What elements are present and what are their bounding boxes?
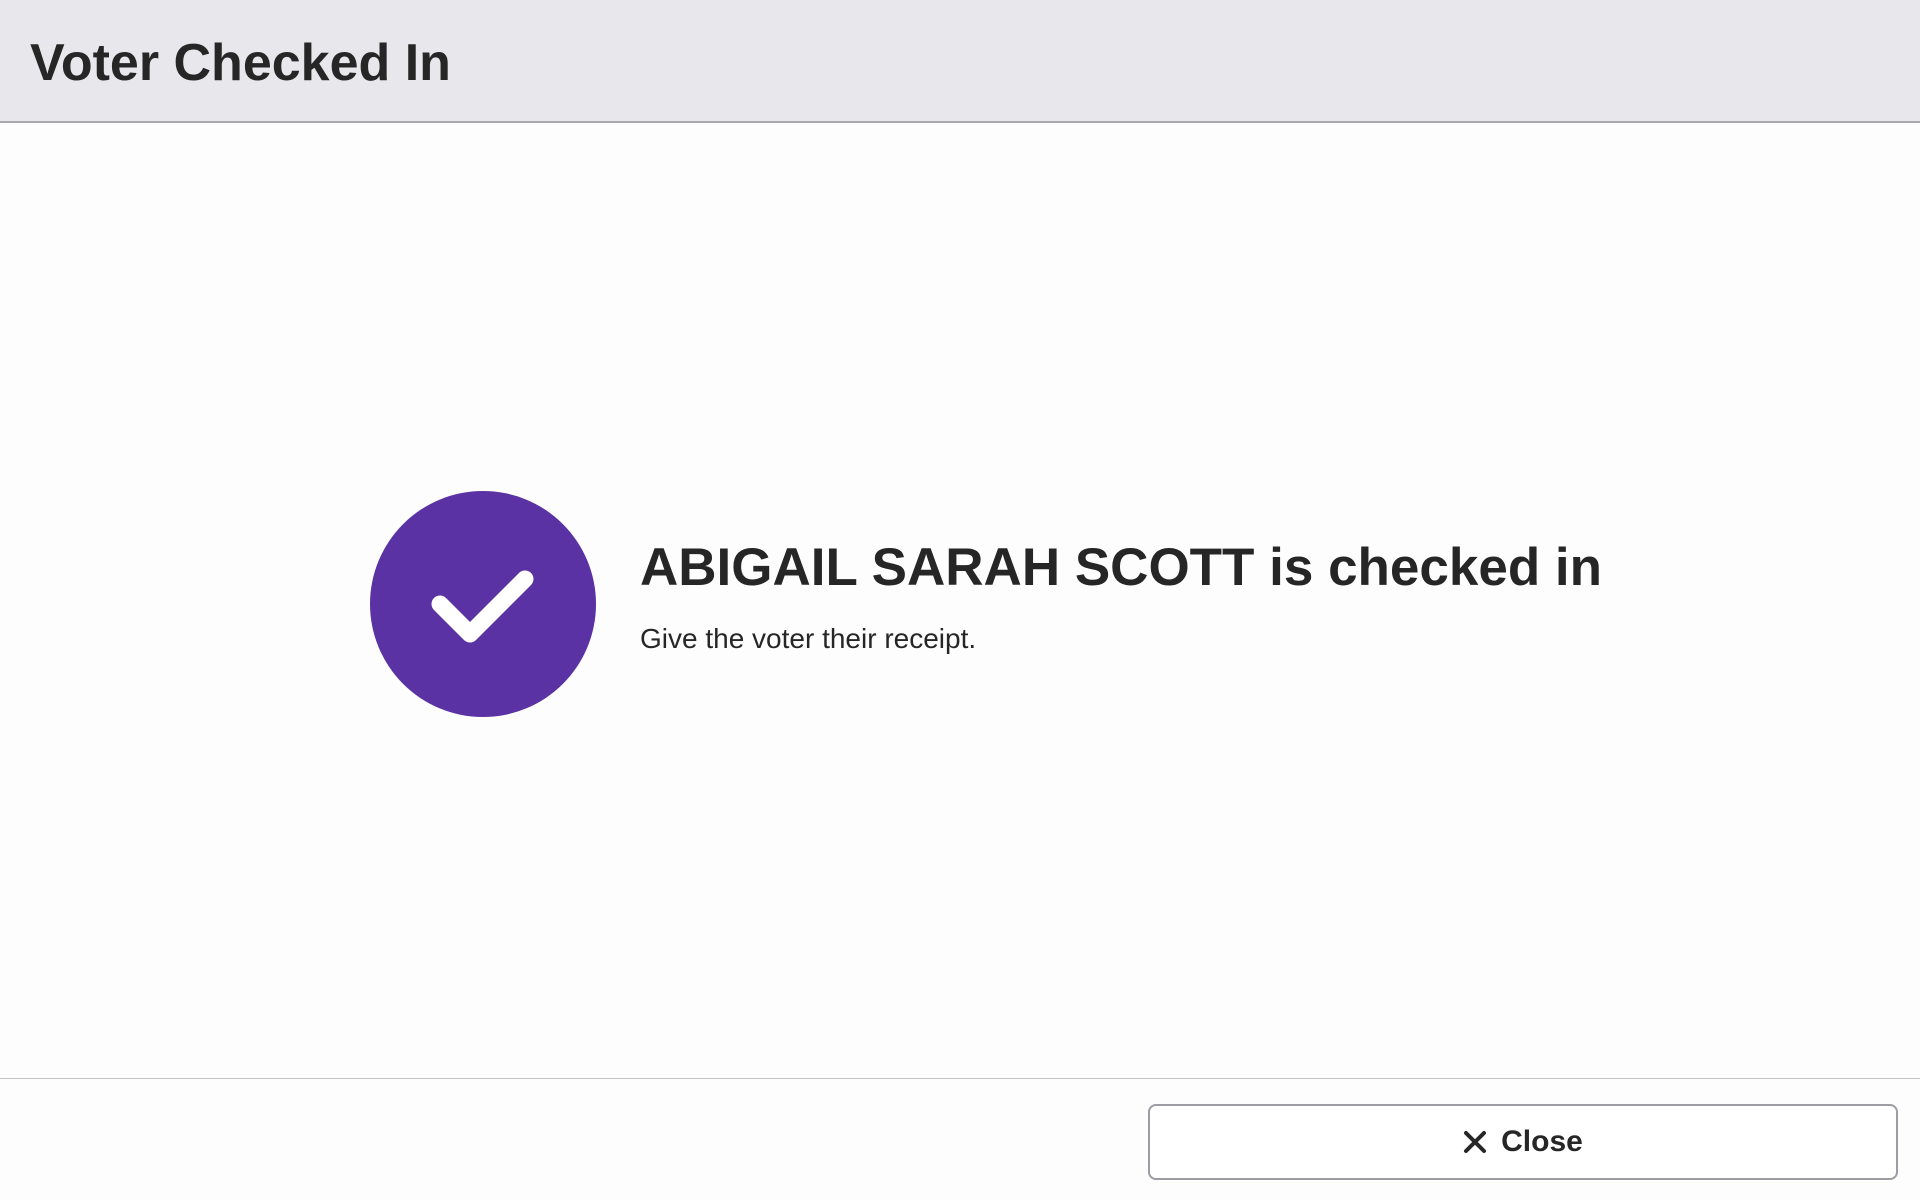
- close-button-label: Close: [1501, 1125, 1583, 1158]
- receipt-instruction: Give the voter their receipt.: [640, 623, 977, 654]
- status-text-block: ABIGAIL SARAH SCOTT is checked in Give t…: [640, 535, 1840, 657]
- header-bar: Voter Checked In: [0, 0, 1920, 123]
- voter-checked-in-screen: Voter Checked In ABIGAIL SARAH SCOTT is …: [0, 0, 1920, 1200]
- checked-in-heading: ABIGAIL SARAH SCOTT is checked in: [640, 538, 1603, 597]
- close-icon: [1463, 1130, 1487, 1154]
- check-circle-icon: [370, 491, 596, 717]
- page-title: Voter Checked In: [30, 34, 451, 92]
- main-content: ABIGAIL SARAH SCOTT is checked in Give t…: [0, 125, 1920, 1078]
- close-button[interactable]: Close: [1148, 1104, 1898, 1180]
- footer-bar: Close: [0, 1078, 1920, 1200]
